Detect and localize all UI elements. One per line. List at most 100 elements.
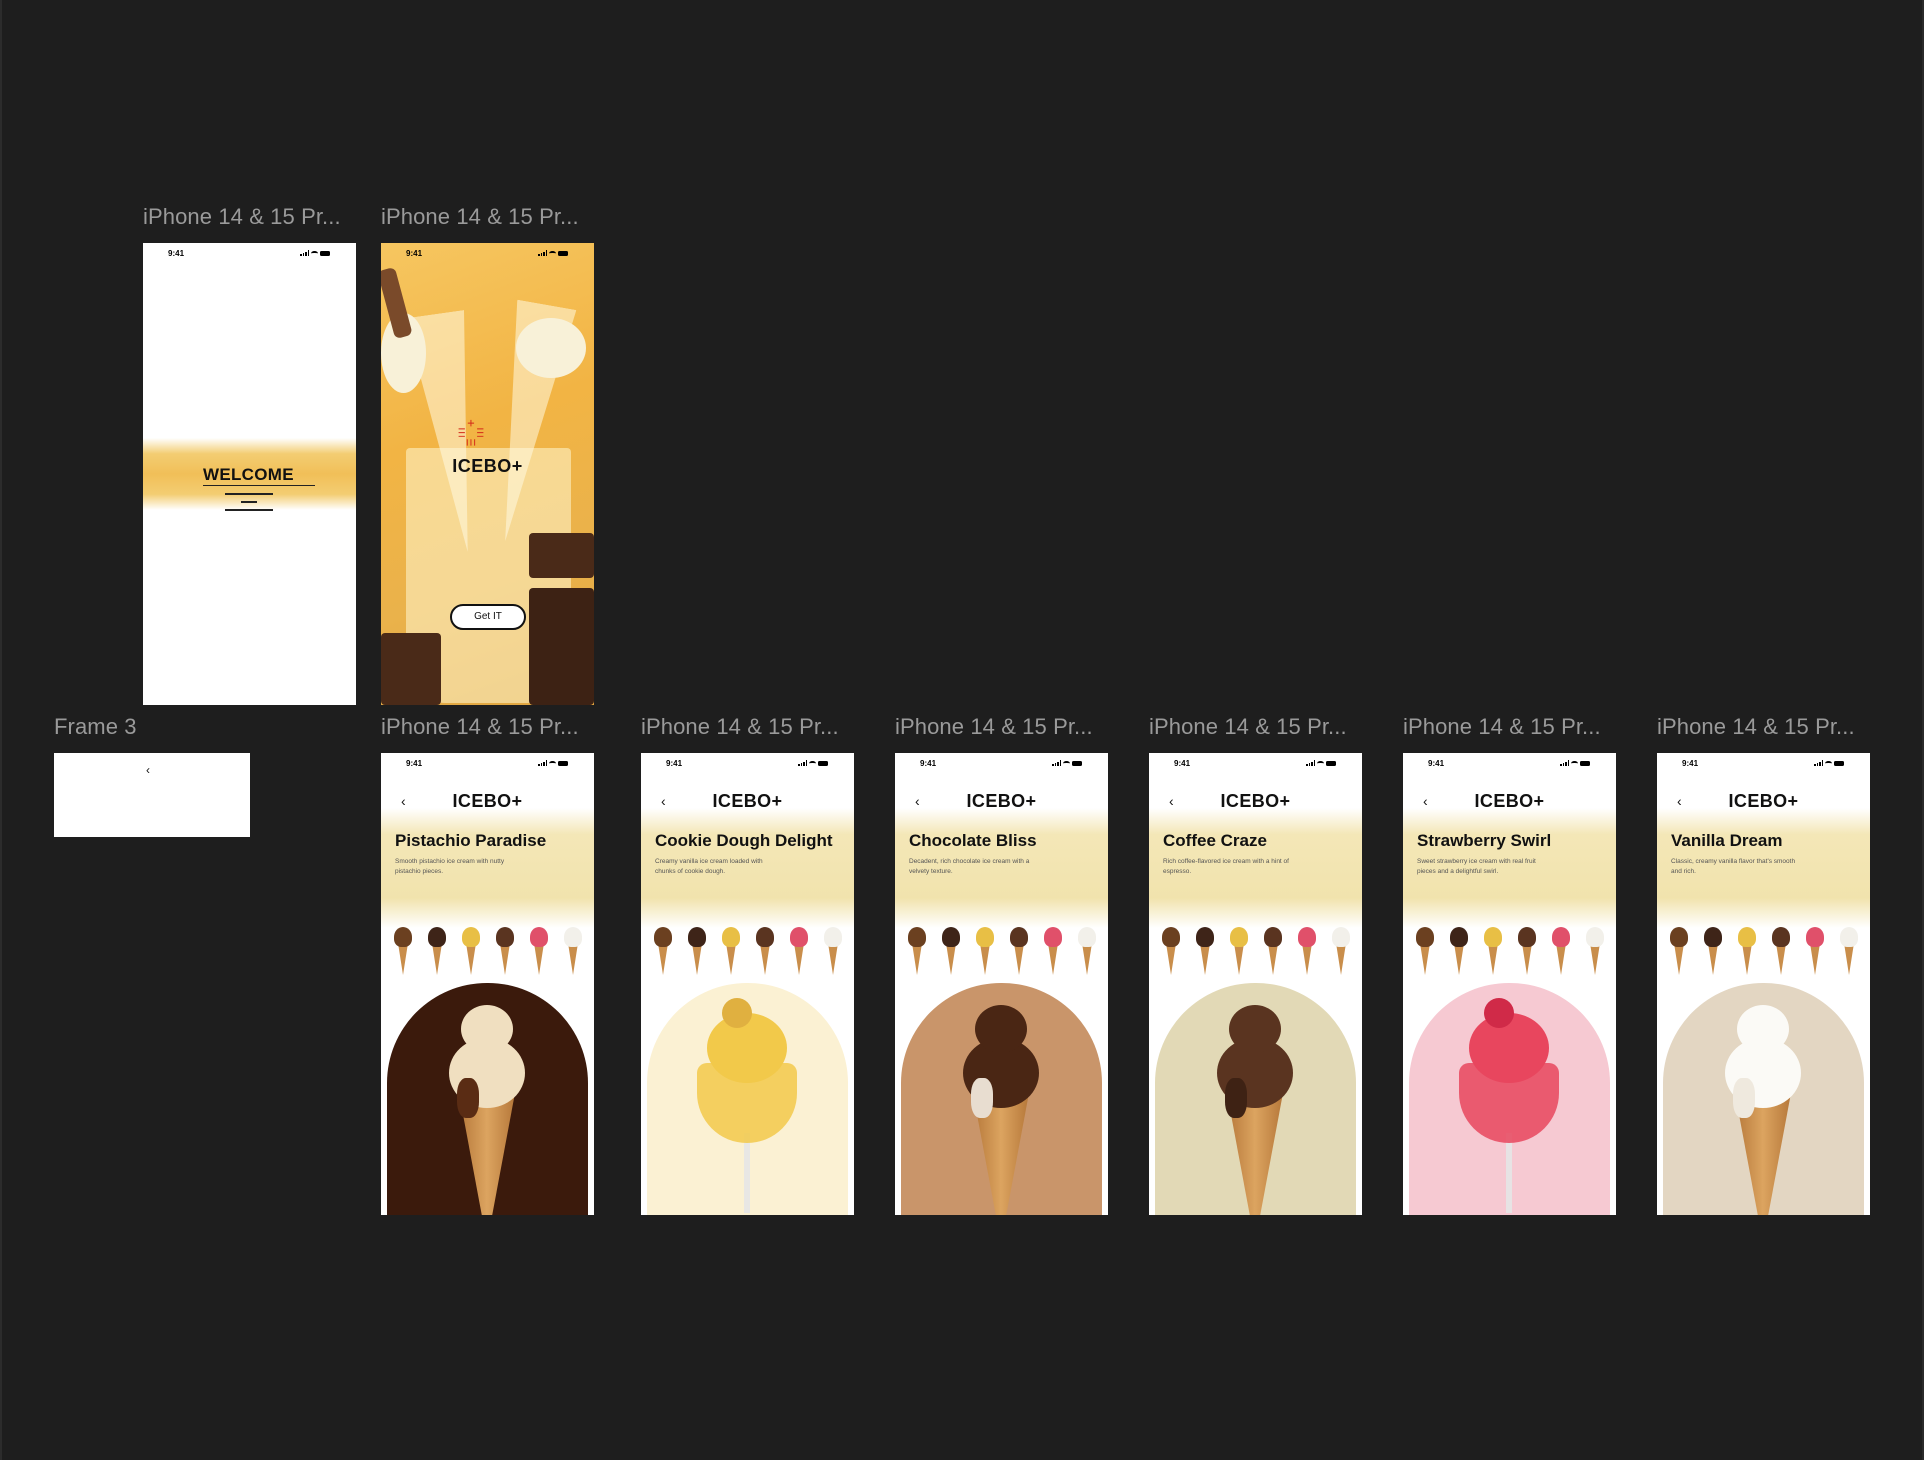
welcome-underline: [203, 485, 315, 486]
scoop-image: [1010, 927, 1028, 947]
scoop-image: [1738, 927, 1756, 947]
flavor-thumbnail[interactable]: [529, 921, 549, 977]
signal-icon: [1560, 760, 1569, 766]
flavor-thumbnail[interactable]: [1043, 921, 1063, 977]
flavor-thumbnail[interactable]: [1263, 921, 1283, 977]
flavor-thumbnail[interactable]: [1331, 921, 1351, 977]
status-icons: [1306, 760, 1336, 766]
scoop-image: [1704, 927, 1722, 947]
flavor-thumbnail[interactable]: [1077, 921, 1097, 977]
hero-arch: [901, 983, 1102, 1215]
flavor-thumbnail[interactable]: [687, 921, 707, 977]
flavor-thumbnail[interactable]: [1737, 921, 1757, 977]
flavor-title: Pistachio Paradise: [395, 831, 547, 850]
flavor-thumbnail[interactable]: [1805, 921, 1825, 977]
flavor-thumbnail[interactable]: [823, 921, 843, 977]
status-time: 9:41: [1428, 759, 1445, 768]
status-time: 9:41: [1174, 759, 1191, 768]
flavor-thumbnail[interactable]: [721, 921, 741, 977]
frame-label-detail[interactable]: iPhone 14 & 15 Pr...: [1657, 714, 1855, 740]
frame-detail[interactable]: 9:41 ‹ ICEBO+ Pistachio Paradise Smooth pist…: [381, 753, 594, 1215]
cone-image: [980, 943, 990, 975]
flavor-thumbnail[interactable]: [1449, 921, 1469, 977]
cone-image: [568, 943, 578, 975]
frame-splash[interactable]: 9:41 ꙲ ICEBO+ Get IT: [381, 243, 594, 705]
frame-label-splash[interactable]: iPhone 14 & 15 Pr...: [381, 204, 579, 230]
flavor-thumbnail[interactable]: [1415, 921, 1435, 977]
flavor-thumbnail-strip: [1161, 921, 1351, 977]
flavor-thumbnail[interactable]: [1009, 921, 1029, 977]
cone-image: [1590, 943, 1600, 975]
cone-image: [466, 943, 476, 975]
frame-detail[interactable]: 9:41 ‹ ICEBO+ Vanilla Dream Classic, creamy …: [1657, 753, 1870, 1215]
topping-image: [1484, 998, 1514, 1028]
scoop-image: [1229, 1005, 1281, 1053]
cone-image: [1200, 943, 1210, 975]
flavor-thumbnail[interactable]: [941, 921, 961, 977]
cone-image: [1234, 943, 1244, 975]
status-icons: [300, 250, 330, 256]
frame-detail[interactable]: 9:41 ‹ ICEBO+ Coffee Craze Rich coffee-flavo…: [1149, 753, 1362, 1215]
frame-welcome[interactable]: 9:41 WELCOME: [143, 243, 356, 705]
app-logo: ICEBO+: [966, 791, 1037, 811]
flavor-thumbnail[interactable]: [1771, 921, 1791, 977]
frame-label-detail[interactable]: iPhone 14 & 15 Pr...: [1403, 714, 1601, 740]
frame-label-detail[interactable]: iPhone 14 & 15 Pr...: [641, 714, 839, 740]
flavor-thumbnail[interactable]: [1551, 921, 1571, 977]
flavor-thumbnail[interactable]: [975, 921, 995, 977]
flavor-thumbnail[interactable]: [755, 921, 775, 977]
frame-detail[interactable]: 9:41 ‹ ICEBO+ Cookie Dough Delight Creamy va…: [641, 753, 854, 1215]
app-logo: ICEBO+: [1474, 791, 1545, 811]
flavor-thumbnail[interactable]: [1703, 921, 1723, 977]
frame-label-detail[interactable]: iPhone 14 & 15 Pr...: [381, 714, 579, 740]
welcome-text: WELCOME: [203, 465, 294, 484]
flavor-thumbnail[interactable]: [1669, 921, 1689, 977]
flavor-thumbnail[interactable]: [1517, 921, 1537, 977]
scoop-image: [688, 927, 706, 947]
cone-image: [432, 943, 442, 975]
scoop-image: [824, 927, 842, 947]
flavor-thumbnail[interactable]: [563, 921, 583, 977]
flavor-thumbnail[interactable]: [1585, 921, 1605, 977]
frame-detail[interactable]: 9:41 ‹ ICEBO+ Strawberry Swirl Sweet strawbe…: [1403, 753, 1616, 1215]
frame-detail[interactable]: 9:41 ‹ ICEBO+ Chocolate Bliss Decadent, rich…: [895, 753, 1108, 1215]
flavor-thumbnail[interactable]: [1839, 921, 1859, 977]
flavor-title: Cookie Dough Delight: [655, 831, 833, 850]
app-logo: ICEBO+: [1728, 791, 1799, 811]
status-time: 9:41: [406, 249, 423, 258]
flavor-thumbnail[interactable]: [461, 921, 481, 977]
frame-label-welcome[interactable]: iPhone 14 & 15 Pr...: [143, 204, 341, 230]
frame-3[interactable]: ‹: [54, 753, 250, 837]
flavor-thumbnail[interactable]: [1195, 921, 1215, 977]
wifi-icon: [549, 760, 556, 766]
frame-label-frame3[interactable]: Frame 3: [54, 714, 137, 740]
flavor-thumbnail[interactable]: [393, 921, 413, 977]
cone-image: [1048, 943, 1058, 975]
status-time: 9:41: [1682, 759, 1699, 768]
frame-label-detail[interactable]: iPhone 14 & 15 Pr...: [895, 714, 1093, 740]
signal-icon: [538, 760, 547, 766]
scoop-image: [1806, 927, 1824, 947]
flavor-thumbnail[interactable]: [1297, 921, 1317, 977]
flavor-thumbnail[interactable]: [907, 921, 927, 977]
status-time: 9:41: [666, 759, 683, 768]
flavor-thumbnail[interactable]: [653, 921, 673, 977]
status-icons: [538, 250, 568, 256]
frame-label-detail[interactable]: iPhone 14 & 15 Pr...: [1149, 714, 1347, 740]
flavor-thumbnail[interactable]: [789, 921, 809, 977]
scoop-image: [1416, 927, 1434, 947]
flavor-thumbnail[interactable]: [1483, 921, 1503, 977]
get-it-button[interactable]: Get IT: [450, 604, 526, 630]
status-bar: 9:41: [381, 753, 594, 773]
flavor-thumbnail[interactable]: [495, 921, 515, 977]
flavor-thumbnail[interactable]: [427, 921, 447, 977]
scoop-image: [428, 927, 446, 947]
flavor-title: Chocolate Bliss: [909, 831, 1037, 850]
flavor-thumbnail[interactable]: [1229, 921, 1249, 977]
cone-image: [1014, 943, 1024, 975]
flavor-thumbnail[interactable]: [1161, 921, 1181, 977]
chevron-left-icon[interactable]: ‹: [146, 763, 150, 777]
scoop-image: [722, 927, 740, 947]
flavor-thumbnail-strip: [393, 921, 583, 977]
cone-image: [1488, 943, 1498, 975]
